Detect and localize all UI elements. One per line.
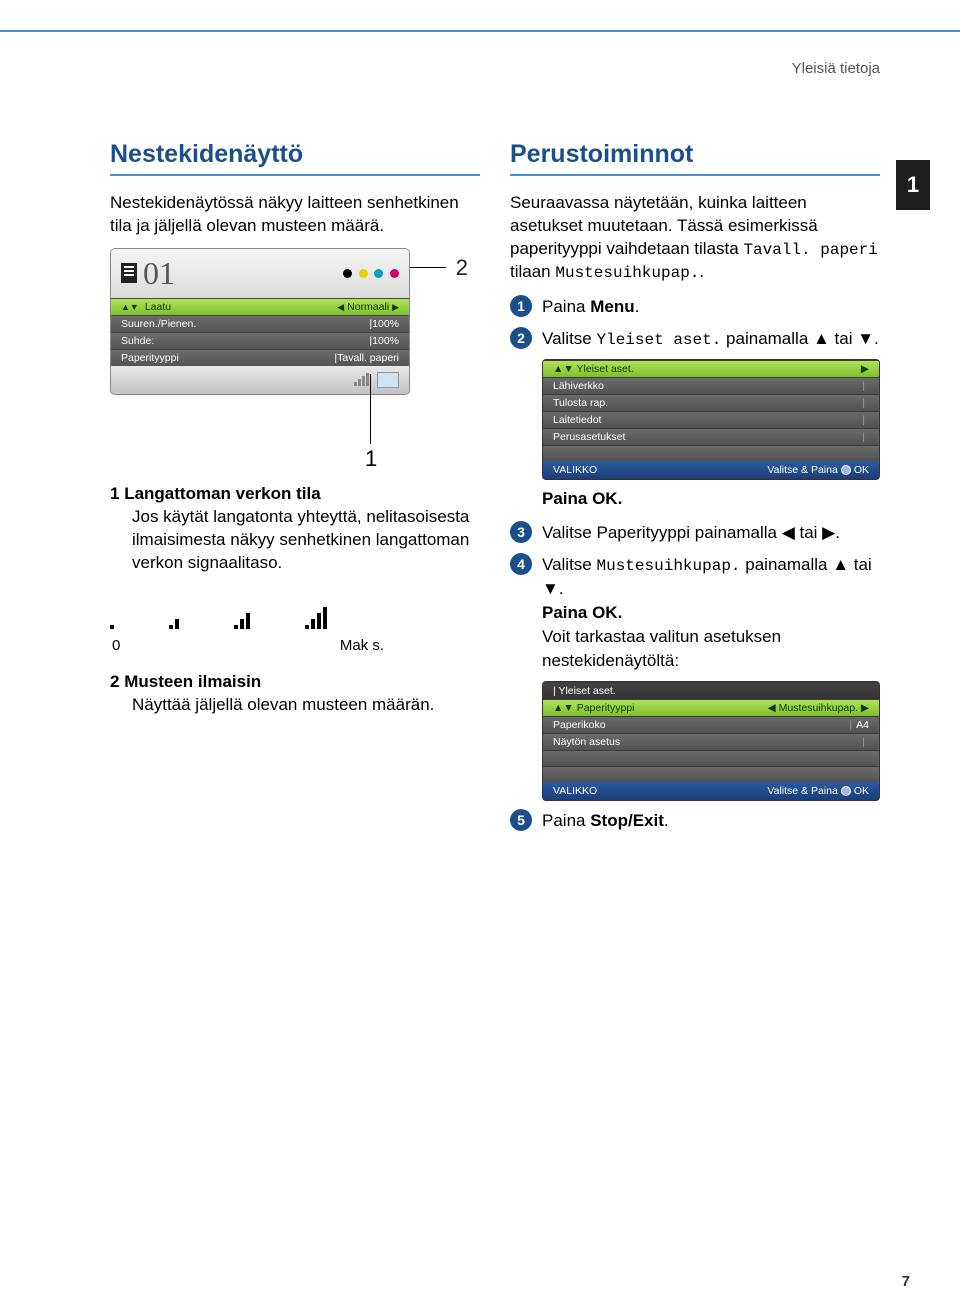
step-bullet: 4	[510, 553, 532, 575]
signal-labels: 0 Mak s.	[112, 637, 392, 654]
signal-strength-diagram	[110, 595, 480, 629]
left-intro: Nestekidenäytössä näkyy laitteen senhetk…	[110, 192, 480, 238]
step-5: 5 Paina Stop/Exit.	[510, 809, 880, 833]
lcd-screenshot-menu2: | Yleiset aset. ▲▼ Paperityyppi◀ Mustesu…	[542, 681, 880, 801]
lcd-title: 01	[143, 255, 175, 292]
step-3: 3 Valitse Paperityyppi painamalla ◀ tai …	[510, 521, 880, 545]
step-bullet: 5	[510, 809, 532, 831]
lcd-row: Suuren./Pienen. |100%	[111, 315, 409, 332]
list-item-body: Jos käytät langatonta yhteyttä, nelitaso…	[132, 506, 480, 575]
left-heading: Nestekidenäyttö	[110, 140, 480, 176]
chapter-number-badge: 1	[896, 160, 930, 210]
step-1: 1 Paina Menu.	[510, 295, 880, 319]
lcd-row: Paperityyppi |Tavall. paperi	[111, 349, 409, 366]
right-column: Perustoiminnot Seuraavassa näytetään, ku…	[510, 140, 880, 840]
lcd-screenshot-menu1: ▲▼ Yleiset aset.▶ Lähiverkko| Tulosta ra…	[542, 359, 880, 480]
page-number: 7	[902, 1273, 910, 1290]
list-item: 2 Musteen ilmaisin	[110, 672, 480, 692]
file-icon	[121, 263, 137, 283]
list-item-body: Näyttää jäljellä olevan musteen määrän.	[132, 694, 480, 717]
callout-line	[370, 374, 371, 444]
step-bullet: 1	[510, 295, 532, 317]
right-heading: Perustoiminnot	[510, 140, 880, 176]
step-4: 4 Valitse Mustesuihkupap. painamalla ▲ t…	[510, 553, 880, 673]
lcd-row: ▲▼Laatu ◀ Normaali ▶	[111, 298, 409, 315]
ink-indicator-icon	[341, 263, 399, 283]
list-item: 1 Langattoman verkon tila	[110, 484, 480, 504]
step-2: 2 Valitse Yleiset aset. painamalla ▲ tai…	[510, 327, 880, 351]
preview-thumbnail-icon	[377, 372, 399, 388]
left-column: Nestekidenäyttö Nestekidenäytössä näkyy …	[110, 140, 480, 717]
step-bullet: 2	[510, 327, 532, 349]
lcd-screenshot-main: 01 ▲▼Laatu ◀ Normaali ▶ Suur	[110, 248, 410, 395]
step-bullet: 3	[510, 521, 532, 543]
callout-label-2: 2	[456, 255, 468, 281]
right-intro: Seuraavassa näytetään, kuinka laitteen a…	[510, 192, 880, 285]
wifi-icon	[354, 373, 369, 386]
step-2-ok: Paina OK.	[542, 488, 880, 511]
callout-label-1: 1	[365, 446, 377, 472]
top-horizontal-rule	[0, 30, 960, 32]
page-header-label: Yleisiä tietoja	[792, 60, 880, 77]
lcd-row: Suhde: |100%	[111, 332, 409, 349]
